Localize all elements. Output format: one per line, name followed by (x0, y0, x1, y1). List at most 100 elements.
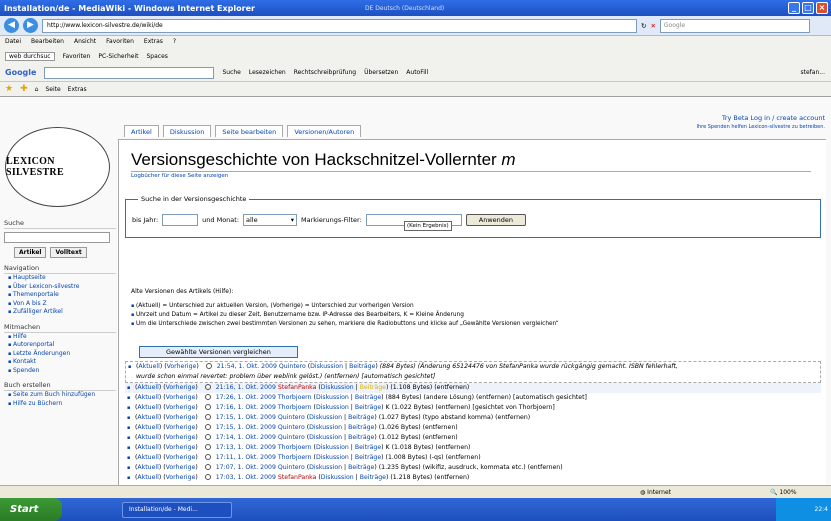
tab-discussion[interactable]: Diskussion (162, 125, 212, 137)
book-list: Seite zum Buch hinzufügen Hilfe zu Büche… (8, 391, 116, 408)
revision-row: (Aktuell) (Vorherige) 17:03, 1. Okt. 200… (125, 473, 821, 483)
year-input[interactable] (162, 214, 199, 226)
menu-file[interactable]: Datei (5, 36, 21, 48)
form-legend: Suche in der Versionsgeschichte (138, 195, 250, 203)
close-button[interactable]: × (816, 2, 828, 14)
logbook-link[interactable]: Logbücher für diese Seite anzeigen (131, 173, 228, 179)
menu-view[interactable]: Ansicht (74, 36, 96, 48)
zoom-icon: 🔍 (770, 488, 778, 496)
revision-row: (Aktuell) (Vorherige) 21:54, 1. Okt. 200… (125, 361, 821, 383)
legend-item: Uhrzeit und Datum = Artikel zu dieser Ze… (131, 311, 559, 320)
article-button[interactable]: Artikel (14, 247, 47, 258)
home-icon[interactable]: ⌂ (35, 86, 39, 93)
sidebar-search-input[interactable] (4, 232, 110, 243)
favorites-star-icon[interactable]: ★ (5, 84, 13, 94)
spaces-button[interactable]: Spaces (147, 53, 168, 60)
radio-button[interactable] (204, 424, 211, 430)
sidebar-item-home[interactable]: Hauptseite (8, 274, 116, 283)
radio-button[interactable] (204, 454, 211, 460)
page-tabs: Artikel Diskussion Seite bearbeiten Vers… (124, 125, 362, 137)
revision-row: (Aktuell) (Vorherige) 17:11, 1. Okt. 200… (125, 453, 821, 463)
fulltext-button[interactable]: Volltext (50, 247, 87, 258)
radio-button[interactable] (204, 384, 211, 390)
radio-button[interactable] (204, 464, 211, 470)
search-box[interactable]: Google (659, 18, 810, 33)
account-button[interactable]: stefan... (801, 69, 825, 76)
navigation-heading: Navigation (4, 264, 116, 274)
google-logo: Google (5, 68, 37, 77)
site-logo[interactable]: LEXICON SILVESTRE (5, 127, 110, 207)
radio-button[interactable] (204, 434, 211, 440)
tab-history[interactable]: Versionen/Autoren (287, 125, 362, 137)
system-tray: 22:4 (776, 498, 831, 521)
tab-edit[interactable]: Seite bearbeiten (215, 125, 284, 137)
participate-heading: Mitmachen (4, 323, 116, 333)
sidebar-item-help[interactable]: Hilfe (8, 333, 116, 342)
tools-menu-button[interactable]: Extras (68, 86, 87, 93)
sidebar-item-az[interactable]: Von A bis Z (8, 300, 116, 309)
sidebar-item-about[interactable]: Über Lexicon-silvestre (8, 283, 116, 292)
favorites-button[interactable]: Favoriten (63, 53, 91, 60)
spellcheck-button[interactable]: Rechtschreibprüfung (294, 69, 356, 76)
radio-button[interactable] (204, 474, 211, 480)
tab-article[interactable]: Artikel (124, 125, 159, 137)
web-page: LEXICON SILVESTRE Try Beta Log in / crea… (0, 97, 831, 485)
autocomplete-popup[interactable]: (Kein Ergebnis) (404, 221, 452, 231)
sidebar-item-contact[interactable]: Kontakt (8, 358, 116, 367)
address-bar[interactable]: http://www.lexicon-silvestre.de/wiki/de (42, 18, 637, 33)
revision-row: (Aktuell) (Vorherige) 17:13, 1. Okt. 200… (125, 443, 821, 453)
radio-button[interactable] (204, 414, 211, 420)
forward-button[interactable]: ▶ (23, 18, 38, 33)
menu-help[interactable]: ? (173, 36, 176, 48)
page-menu-button[interactable]: Seite (45, 86, 60, 93)
sidebar-item-authors[interactable]: Autorenportal (8, 341, 116, 350)
translate-button[interactable]: Übersetzen (364, 69, 398, 76)
compare-versions-button[interactable]: Gewählte Versionen vergleichen (139, 346, 298, 358)
revision-row: (Aktuell) (Vorherige) 17:07, 1. Okt. 200… (125, 463, 821, 473)
taskbar: Start Installation/de - Medi... 22:4 (0, 498, 831, 521)
minimize-button[interactable]: _ (788, 2, 800, 14)
sidebar-item-add-book[interactable]: Seite zum Buch hinzufügen (8, 391, 116, 400)
chevron-down-icon: ▾ (290, 216, 295, 224)
sidebar-item-donate[interactable]: Spenden (8, 367, 116, 376)
legend-list: (Aktuell) = Unterschied zur aktuellen Ve… (131, 302, 559, 329)
add-favorite-icon[interactable]: ✚ (20, 84, 28, 94)
taskbar-item-ie[interactable]: Installation/de - Medi... (122, 501, 232, 518)
menu-edit[interactable]: Bearbeiten (31, 36, 64, 48)
radio-button[interactable] (204, 404, 211, 410)
month-select[interactable]: alle ▾ (243, 214, 298, 226)
history-search-form: Suche in der Versionsgeschichte bis Jahr… (125, 195, 821, 238)
user-links: Try Beta Log in / create account Ihre Sp… (696, 114, 825, 130)
radio-button[interactable] (204, 444, 211, 450)
sidebar-item-recent[interactable]: Letzte Änderungen (8, 350, 116, 359)
autofill-button[interactable]: AutoFill (406, 69, 428, 76)
radio-button[interactable] (204, 394, 211, 400)
radio-button[interactable] (205, 363, 212, 369)
web-search-field[interactable]: web durchsuc (5, 51, 55, 61)
refresh-icon[interactable]: ↻ (641, 22, 646, 30)
sidebar-search-buttons: Artikel Volltext (14, 247, 116, 258)
revision-row: (Aktuell) (Vorherige) 17:15, 1. Okt. 200… (125, 423, 821, 433)
apply-button[interactable]: Anwenden (465, 214, 527, 226)
sidebar-item-portals[interactable]: Themenportale (8, 291, 116, 300)
google-search-button[interactable]: Suche (222, 69, 240, 76)
stop-icon[interactable]: ✕ (650, 22, 655, 30)
language-indicator: DE Deutsch (Deutschland) (364, 4, 445, 12)
bookmarks-button[interactable]: Lesezeichen (249, 69, 286, 76)
login-links[interactable]: Try Beta Log in / create account (696, 114, 825, 122)
google-search-input[interactable] (44, 66, 215, 79)
donate-notice[interactable]: Ihre Spenden helfen Lexicon-silvestre zu… (696, 124, 825, 130)
title-bar: Installation/de - MediaWiki - Windows In… (0, 0, 831, 16)
zoom-level[interactable]: 🔍 100% (770, 489, 797, 496)
security-zone: ◍ Internet (640, 488, 671, 496)
start-button[interactable]: Start (0, 498, 62, 521)
maximize-button[interactable]: □ (802, 2, 814, 14)
favorites-bar: ★ ✚ ⌂ Seite Extras (0, 82, 831, 97)
sidebar-item-book-help[interactable]: Hilfe zu Büchern (8, 400, 116, 409)
sidebar-item-random[interactable]: Zufälliger Artikel (8, 308, 116, 317)
back-button[interactable]: ◀ (4, 18, 19, 33)
menu-tools[interactable]: Extras (144, 36, 163, 48)
book-heading: Buch erstellen (4, 381, 116, 391)
menu-favorites[interactable]: Favoriten (106, 36, 134, 48)
pc-security-button[interactable]: PC-Sicherheit (98, 53, 138, 60)
